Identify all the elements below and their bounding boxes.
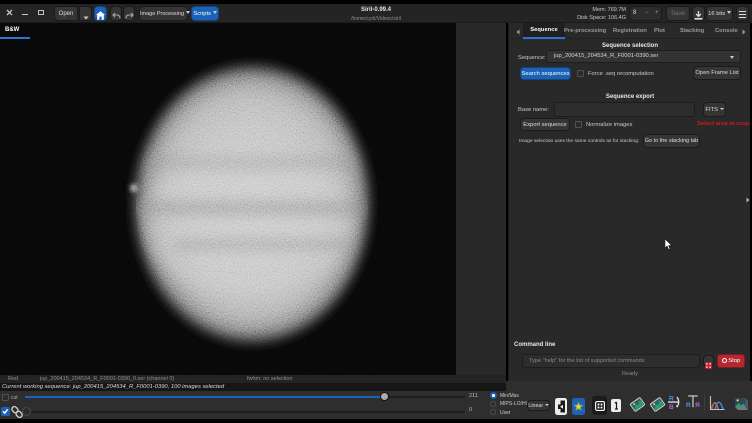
svg-text:R: R (695, 402, 700, 409)
svg-text:B: B (669, 404, 674, 410)
svg-text:R: R (686, 402, 691, 409)
